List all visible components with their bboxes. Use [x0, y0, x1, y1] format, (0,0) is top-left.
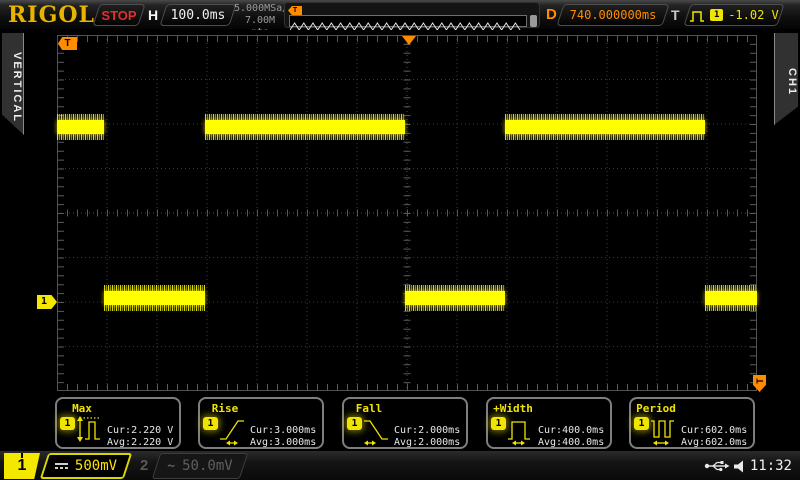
tab-vertical-menu[interactable]: VERTICAL	[2, 33, 24, 135]
trigger-source-badge: 1	[710, 9, 723, 21]
trigger-label: T	[671, 7, 680, 23]
run-state-label: STOP	[101, 8, 136, 23]
waveform-segment-low	[705, 291, 757, 305]
graticule-area: T T	[57, 35, 757, 391]
waveform-segment-high	[57, 120, 104, 134]
measurement-panel-period[interactable]: Period 1 Cur:602.0msAvg:602.0ms Min:602.…	[629, 397, 755, 449]
horizontal-label: H	[148, 7, 158, 23]
delay-value: 740.000000ms	[570, 8, 657, 22]
measurement-panel-rise[interactable]: Rise 1 Cur:3.000msAvg:3.000ms Min:3.000m…	[198, 397, 324, 449]
sample-rate: 5.000MSa/s	[234, 3, 286, 15]
rigol-logo: RIGOL	[8, 2, 95, 28]
timebase-value: 100.0ms	[171, 8, 226, 23]
ch2-scale-value: 50.0mV	[182, 458, 233, 474]
rise-icon	[219, 412, 247, 446]
trigger-level-value: -1.02 V	[728, 8, 779, 22]
waveform-layer	[57, 35, 757, 391]
measurement-panel-max[interactable]: Max 1 Cur:2.220 VAvg:2.220 V Min:2.220 V…	[55, 397, 181, 449]
waveform-segment-low	[405, 291, 505, 305]
channel-badge: 1	[60, 417, 75, 430]
max-icon	[76, 412, 104, 446]
channel-badge: 1	[347, 417, 362, 430]
display-area: VERTICAL CH1 1	[0, 30, 800, 397]
timebase-field[interactable]: 100.0ms	[159, 4, 236, 26]
plus-width-icon	[507, 412, 535, 446]
waveform-segment-high	[505, 120, 705, 134]
top-status-bar: RIGOL STOP H 100.0ms 5.000MSa/s 7.00M pt…	[0, 0, 800, 30]
period-icon	[650, 412, 678, 446]
ch2-number-badge[interactable]: 2	[140, 457, 148, 474]
delay-field[interactable]: 740.000000ms	[556, 4, 669, 26]
system-status-area: 11:32	[704, 451, 792, 480]
ch1-number-badge[interactable]: 1	[4, 453, 40, 479]
bottom-status-bar: 1 500mV 2 ~ 50.0mV	[0, 450, 800, 480]
tab-ch1-menu[interactable]: CH1	[774, 33, 798, 125]
clock: 11:32	[750, 458, 792, 474]
measurement-row: Max 1 Cur:2.220 VAvg:2.220 V Min:2.220 V…	[0, 397, 800, 449]
channel-badge: 1	[634, 417, 649, 430]
dc-coupling-icon	[55, 463, 68, 469]
ch1-scale-field[interactable]: 500mV	[40, 453, 132, 479]
oscilloscope-screen: RIGOL STOP H 100.0ms 5.000MSa/s 7.00M pt…	[0, 0, 800, 480]
measurement-panel-fall[interactable]: Fall 1 Cur:2.000msAvg:2.000ms Min:2.000m…	[342, 397, 468, 449]
measurement-panel-pwidth[interactable]: +Width 1 Cur:400.0msAvg:400.0ms Min:400.…	[486, 397, 612, 449]
run-stop-button[interactable]: STOP	[92, 4, 145, 26]
trigger-settings-field[interactable]: 1 -1.02 V	[683, 4, 784, 26]
channel-badge: 1	[203, 417, 218, 430]
ac-coupling-icon: ~	[167, 459, 175, 474]
channel-badge: 1	[491, 417, 506, 430]
waveform-segment-high	[205, 120, 405, 134]
horizontal-position-marker-icon[interactable]	[402, 36, 416, 45]
preview-scroll-handle[interactable]	[530, 15, 537, 27]
fall-icon	[363, 412, 391, 446]
delay-label: D	[546, 6, 557, 23]
waveform-segment-low	[104, 291, 205, 305]
ch1-scale-value: 500mV	[75, 458, 117, 474]
speaker-icon	[734, 460, 746, 473]
preview-trigger-flag-icon[interactable]: T	[288, 6, 302, 15]
waveform-memory-preview[interactable]: T	[284, 2, 540, 28]
usb-icon	[704, 460, 730, 472]
ch2-scale-field[interactable]: ~ 50.0mV	[152, 453, 248, 479]
preview-window	[289, 15, 527, 27]
ch1-ground-marker[interactable]: 1	[37, 295, 57, 309]
trigger-edge-icon	[689, 9, 705, 22]
